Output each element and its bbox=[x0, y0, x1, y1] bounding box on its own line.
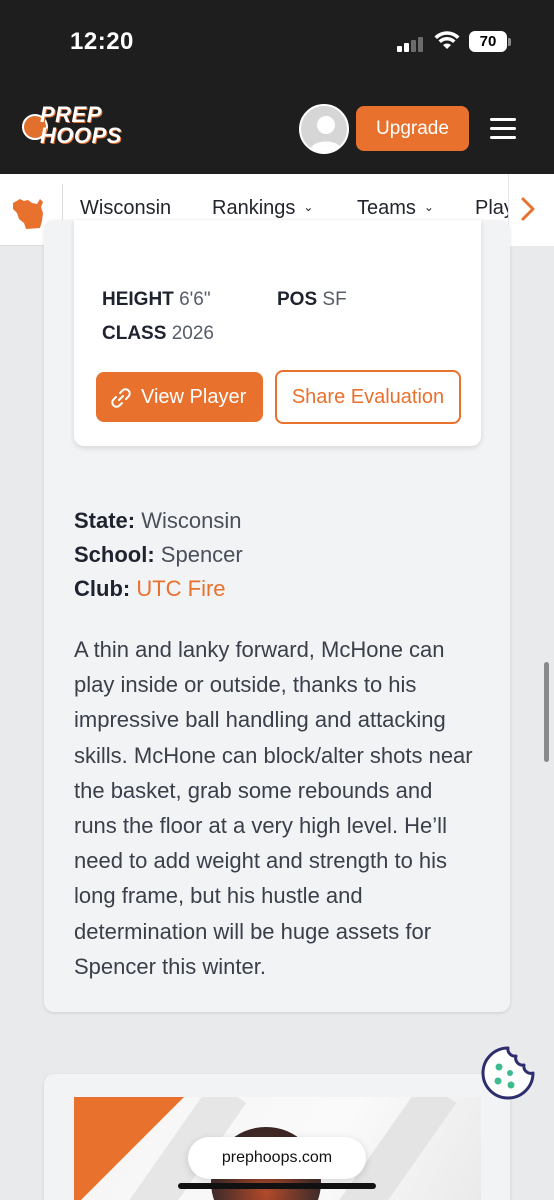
club-label: Club: bbox=[74, 576, 131, 601]
view-player-button[interactable]: View Player bbox=[96, 372, 263, 422]
browser-url-pill[interactable]: prephoops.com bbox=[188, 1137, 366, 1179]
height-stat: HEIGHT 6'6" bbox=[102, 289, 211, 311]
logo-line-2: HOOPS bbox=[40, 123, 122, 148]
nav-item-wisconsin[interactable]: Wisconsin bbox=[80, 197, 171, 220]
avatar[interactable] bbox=[299, 104, 349, 154]
pos-value: SF bbox=[322, 289, 347, 310]
pos-label: POS bbox=[277, 289, 318, 310]
nav-item-label: Rankings bbox=[212, 197, 296, 219]
user-silhouette-icon bbox=[309, 116, 343, 152]
scrollbar[interactable] bbox=[544, 662, 549, 762]
wifi-icon bbox=[434, 31, 460, 49]
class-label: CLASS bbox=[102, 323, 167, 344]
state-label: State: bbox=[74, 508, 136, 533]
cookie-settings-icon[interactable] bbox=[480, 1045, 536, 1101]
nav-item-rankings[interactable]: Rankings ⌄ bbox=[212, 197, 313, 220]
class-value: 2026 bbox=[171, 323, 214, 344]
prephoops-logo[interactable]: PREP HOOPS bbox=[22, 104, 134, 154]
logo-line-1: PREP bbox=[40, 102, 102, 127]
cellular-signal-icon bbox=[397, 36, 425, 52]
class-stat: CLASS 2026 bbox=[102, 323, 214, 345]
chevron-down-icon: ⌄ bbox=[423, 200, 434, 214]
player-card: HEIGHT 6'6" POS SF CLASS 2026 View Playe… bbox=[74, 220, 481, 446]
share-evaluation-button[interactable]: Share Evaluation bbox=[275, 370, 461, 424]
nav-item-teams[interactable]: Teams ⌄ bbox=[357, 197, 434, 220]
app-header: PREP HOOPS Upgrade bbox=[0, 88, 554, 174]
state-value: Wisconsin bbox=[141, 508, 242, 533]
club-info: Club: UTC Fire bbox=[74, 576, 226, 602]
state-info: State: Wisconsin bbox=[74, 508, 242, 534]
player-description: A thin and lanky forward, McHone can pla… bbox=[74, 637, 473, 979]
status-bar: 12:20 70 bbox=[0, 0, 554, 88]
position-stat: POS SF bbox=[277, 289, 347, 311]
hamburger-menu-icon[interactable] bbox=[490, 118, 516, 140]
school-value: Spencer bbox=[160, 542, 243, 567]
nav-item-label: Wisconsin bbox=[80, 197, 172, 219]
logo-text: PREP HOOPS bbox=[40, 102, 122, 148]
school-info: School: Spencer bbox=[74, 542, 243, 568]
club-link[interactable]: UTC Fire bbox=[136, 576, 225, 601]
battery-tip bbox=[508, 38, 511, 46]
link-icon bbox=[111, 388, 131, 408]
upgrade-button[interactable]: Upgrade bbox=[356, 106, 469, 151]
view-player-label: View Player bbox=[141, 386, 247, 408]
home-indicator[interactable] bbox=[178, 1183, 376, 1189]
chevron-right-icon bbox=[521, 197, 535, 221]
school-label: School: bbox=[74, 542, 155, 567]
status-time: 12:20 bbox=[70, 28, 134, 55]
height-value: 6'6" bbox=[179, 289, 211, 310]
nav-scroll-right-button[interactable] bbox=[508, 174, 554, 246]
nav-item-label: Teams bbox=[357, 197, 416, 219]
height-label: HEIGHT bbox=[102, 289, 174, 310]
chevron-down-icon: ⌄ bbox=[303, 200, 314, 214]
battery-indicator: 70 bbox=[469, 31, 507, 52]
